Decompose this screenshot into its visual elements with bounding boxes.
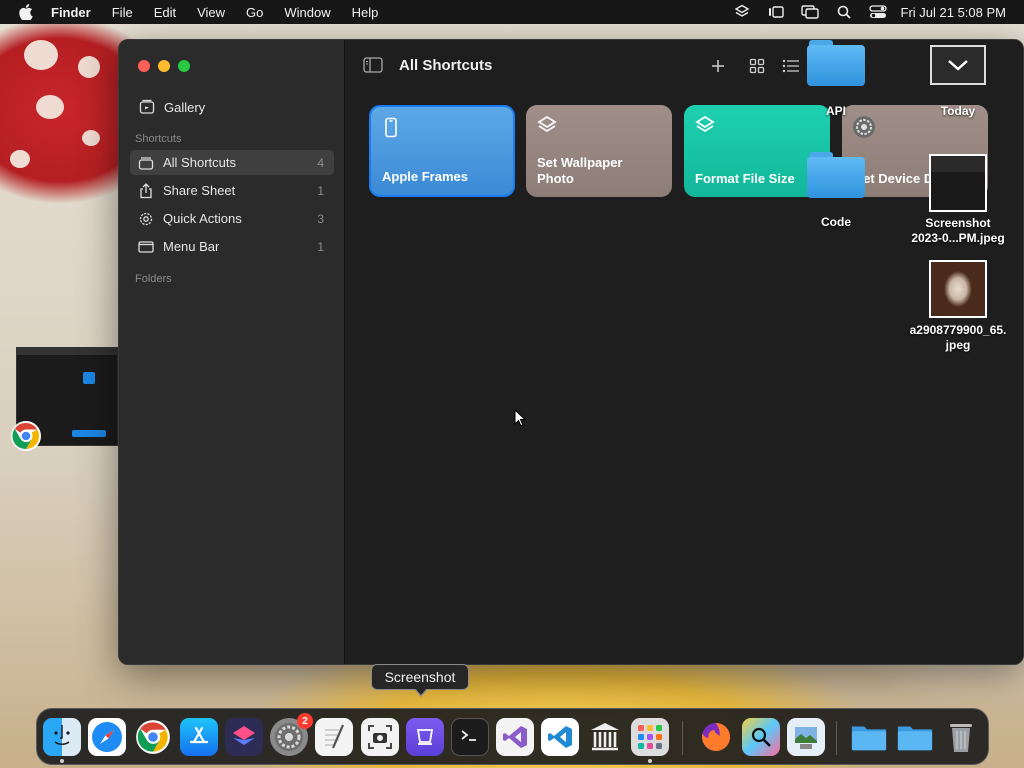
sidebar-section-shortcuts: Shortcuts xyxy=(135,133,182,145)
dock-downloads-icon[interactable] xyxy=(896,718,934,756)
sidebar-item-count: 1 xyxy=(317,183,324,198)
gallery-icon xyxy=(139,99,155,115)
sidebar-toggle-icon[interactable] xyxy=(363,57,383,73)
dock-screenshot-icon[interactable] xyxy=(361,718,399,756)
desktop-item-label-line1: Screenshot xyxy=(925,216,991,230)
dock-firefox-icon[interactable] xyxy=(697,718,735,756)
dock-safari-icon[interactable] xyxy=(88,718,126,756)
desktop-folder-code[interactable]: Code xyxy=(806,152,866,230)
desktop-file-screenshot[interactable]: Screenshot 2023-0...PM.jpeg xyxy=(898,154,1018,246)
desktop-file-a2908779900[interactable]: a2908779900_65. jpeg xyxy=(898,260,1018,353)
list-view-icon[interactable] xyxy=(780,55,802,77)
dock-textedit-icon[interactable] xyxy=(315,718,353,756)
menubar-icon xyxy=(138,239,154,255)
apple-menu-icon[interactable] xyxy=(17,3,35,21)
menu-edit[interactable]: Edit xyxy=(154,5,176,20)
sidebar-item-label: All Shortcuts xyxy=(163,155,236,170)
menu-view[interactable]: View xyxy=(197,5,225,20)
menu-go[interactable]: Go xyxy=(246,5,263,20)
sidebar-item-share-sheet[interactable]: Share Sheet 1 xyxy=(130,178,334,203)
desktop-item-label-line1: a2908779900_65. xyxy=(909,323,1007,337)
dock-tooltip: Screenshot xyxy=(371,664,469,697)
sidebar-item-menu-bar[interactable]: Menu Bar 1 xyxy=(130,234,334,259)
layers-icon[interactable] xyxy=(733,4,751,20)
sidebar-item-label: Share Sheet xyxy=(163,183,236,198)
dock-apple-frames-icon[interactable] xyxy=(406,718,444,756)
image-thumbnail xyxy=(929,260,987,318)
phone-icon xyxy=(381,117,401,143)
sidebar-item-count: 4 xyxy=(317,155,324,170)
menu-help[interactable]: Help xyxy=(352,5,379,20)
menu-app-name[interactable]: Finder xyxy=(51,5,91,20)
desktop-item-label: Code xyxy=(821,215,851,229)
stage-manager-icon[interactable] xyxy=(767,4,785,20)
sidebar-item-label: Quick Actions xyxy=(163,211,242,226)
dock-launchpad-icon[interactable] xyxy=(631,718,669,756)
page-title: All Shortcuts xyxy=(399,57,493,74)
desktop-item-label-line2: jpeg xyxy=(945,338,971,352)
dock-kaleidoscope-icon[interactable] xyxy=(742,718,780,756)
sidebar-item-label: Menu Bar xyxy=(163,239,220,254)
dock-system-settings-icon[interactable]: 2 xyxy=(270,713,313,756)
grid-view-icon[interactable] xyxy=(746,55,768,77)
sidebar-gallery-label: Gallery xyxy=(164,99,206,115)
dock-archive-icon[interactable] xyxy=(586,718,624,756)
shortcut-tile-set-wallpaper-photo[interactable]: Set Wallpaper Photo xyxy=(526,105,672,197)
dock-preview-icon[interactable] xyxy=(787,718,825,756)
mouse-cursor xyxy=(514,408,527,432)
share-icon xyxy=(138,182,154,199)
dock-app-store-icon[interactable] xyxy=(180,718,218,756)
screen-mirroring-icon[interactable] xyxy=(800,4,819,20)
menubar-clock[interactable]: Fri Jul 21 5:08 PM xyxy=(901,5,1007,20)
sidebar-section-folders: Folders xyxy=(135,273,172,285)
desktop-item-label-line2: 2023-0...PM.jpeg xyxy=(911,231,1005,245)
zoom-button[interactable] xyxy=(178,60,190,72)
folder-icon xyxy=(807,40,865,86)
notification-badge: 2 xyxy=(297,713,313,729)
dock: 2 xyxy=(36,708,989,765)
search-icon[interactable] xyxy=(835,4,853,20)
desktop-item-label: API xyxy=(825,104,846,118)
sidebar-item-gallery[interactable]: Gallery xyxy=(139,97,339,117)
sidebar: Gallery Shortcuts All Shortcuts 4 Share … xyxy=(119,40,345,664)
menu-window[interactable]: Window xyxy=(284,5,330,20)
menu-bar: Finder File Edit View Go Window Help Fri… xyxy=(0,0,1024,24)
today-folder-chevron-icon[interactable] xyxy=(930,45,986,85)
gear-icon xyxy=(138,211,154,227)
screenshot-thumbnail xyxy=(929,154,987,212)
close-button[interactable] xyxy=(138,60,150,72)
desktop-folder-today[interactable]: Today xyxy=(928,104,988,119)
shortcuts-window: Gallery Shortcuts All Shortcuts 4 Share … xyxy=(118,39,1024,665)
layers-icon xyxy=(536,115,558,141)
dock-chrome-icon[interactable] xyxy=(134,718,172,756)
dock-finder-icon[interactable] xyxy=(43,718,81,756)
dock-vscode-icon[interactable] xyxy=(541,718,579,756)
minimize-button[interactable] xyxy=(158,60,170,72)
desktop-folder-api[interactable]: API xyxy=(806,40,866,119)
shortcut-tile-label: Apple Frames xyxy=(382,169,468,184)
tooltip-text: Screenshot xyxy=(384,669,456,685)
dock-trash-icon[interactable] xyxy=(942,718,980,756)
add-shortcut-button[interactable] xyxy=(707,55,729,77)
shortcut-tile-label: Format File Size xyxy=(695,171,795,186)
dock-folder-icon[interactable] xyxy=(850,718,888,756)
dock-visual-studio-icon[interactable] xyxy=(496,718,534,756)
sidebar-item-count: 3 xyxy=(317,211,324,226)
sidebar-item-all-shortcuts[interactable]: All Shortcuts 4 xyxy=(130,150,334,175)
folder-icon xyxy=(807,152,865,198)
menu-file[interactable]: File xyxy=(112,5,133,20)
layers-icon xyxy=(694,115,716,141)
desktop-item-label: Today xyxy=(940,104,976,118)
sidebar-item-quick-actions[interactable]: Quick Actions 3 xyxy=(130,206,334,231)
settings-icon xyxy=(852,116,876,143)
shortcut-tile-label: Set Wallpaper Photo xyxy=(537,155,623,186)
all-shortcuts-icon xyxy=(138,155,154,171)
dock-terminal-icon[interactable] xyxy=(451,718,489,756)
dock-shortcuts-icon[interactable] xyxy=(225,718,263,756)
control-center-icon[interactable] xyxy=(868,4,887,20)
chrome-icon[interactable] xyxy=(10,420,42,452)
sidebar-item-count: 1 xyxy=(317,239,324,254)
shortcut-tile-apple-frames[interactable]: Apple Frames xyxy=(369,105,515,197)
